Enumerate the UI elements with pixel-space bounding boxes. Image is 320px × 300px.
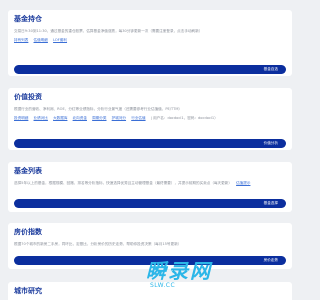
section-description: 根据70个城市的新房二手房，同环比，定基比，分析房价的历史走势，帮助你投资决策（… bbox=[14, 242, 182, 246]
link-industry-valuation[interactable]: 行业估值 bbox=[131, 116, 145, 120]
link-lof-arbitrage[interactable]: LOF套利 bbox=[53, 38, 67, 42]
watermark: 瞬录网 SLW.CC bbox=[146, 259, 266, 289]
card-fund-holdings: 基金持仓 交易日9:30到11:30，通过基金的重仓股票，估算基金净值涨跌，每3… bbox=[8, 10, 292, 76]
card-fund-list: 基金列表 选择5年以上的基金，根据规模、回撤、排名等分析指标，快速选择优秀且主动… bbox=[8, 162, 292, 212]
section-links: 持有列表 估值明细 LOF套利 bbox=[14, 38, 286, 43]
link-cycle-category[interactable]: 周期分类 bbox=[92, 116, 106, 120]
section-description: 交易日9:30到11:30，通过基金的重仓股票，估算基金净值涨跌，每30分钟更新… bbox=[14, 29, 203, 33]
fund-select-button[interactable]: 基金选择 bbox=[14, 199, 286, 208]
watermark-text: 瞬录网 bbox=[146, 259, 212, 283]
value-analysis-button[interactable]: 价值分析 bbox=[14, 139, 286, 148]
link-moat-score[interactable]: 护城河分 bbox=[112, 116, 126, 120]
link-holdings-list[interactable]: 持有列表 bbox=[14, 38, 28, 42]
watermark-url: SLW.CC bbox=[150, 282, 176, 289]
page: 基金持仓 交易日9:30到11:30，通过基金的重仓股票，估算基金净值涨跌，每3… bbox=[0, 0, 300, 300]
link-performance-compare[interactable]: 业绩对比 bbox=[34, 116, 48, 120]
link-investment-detail[interactable]: 投资明细 bbox=[14, 116, 28, 120]
login-hint: | 用户名：docdocl1，密码：docdocl1） bbox=[150, 116, 218, 120]
section-links: 投资明细 业绩对比 大数据库 北向资金 周期分类 护城河分 行业估值 | 用户名… bbox=[14, 116, 286, 121]
section-title: 价值投资 bbox=[14, 93, 42, 101]
section-title: 基金持仓 bbox=[14, 15, 42, 23]
link-valuation-detail[interactable]: 估值明细 bbox=[34, 38, 48, 42]
fund-watchlist-button[interactable]: 基金自选 bbox=[14, 65, 286, 74]
link-valuation-hint[interactable]: 估值提示 bbox=[236, 181, 250, 185]
section-title: 房价指数 bbox=[14, 228, 42, 236]
section-description: 根据行业的营收、净利润、ROE、分红等业绩指标，分析行业景气度（还需要参考行业估… bbox=[14, 107, 183, 111]
section-description: 选择5年以上的基金，根据规模、回撤、排名等分析指标，快速选择优秀且主动管理基金（… bbox=[14, 181, 251, 185]
link-big-database[interactable]: 大数据库 bbox=[53, 116, 67, 120]
card-value-investing: 价值投资 根据行业的营收、净利润、ROE、分红等业绩指标，分析行业景气度（还需要… bbox=[8, 88, 292, 150]
section-title: 基金列表 bbox=[14, 167, 42, 175]
link-northbound-funds[interactable]: 北向资金 bbox=[73, 116, 87, 120]
